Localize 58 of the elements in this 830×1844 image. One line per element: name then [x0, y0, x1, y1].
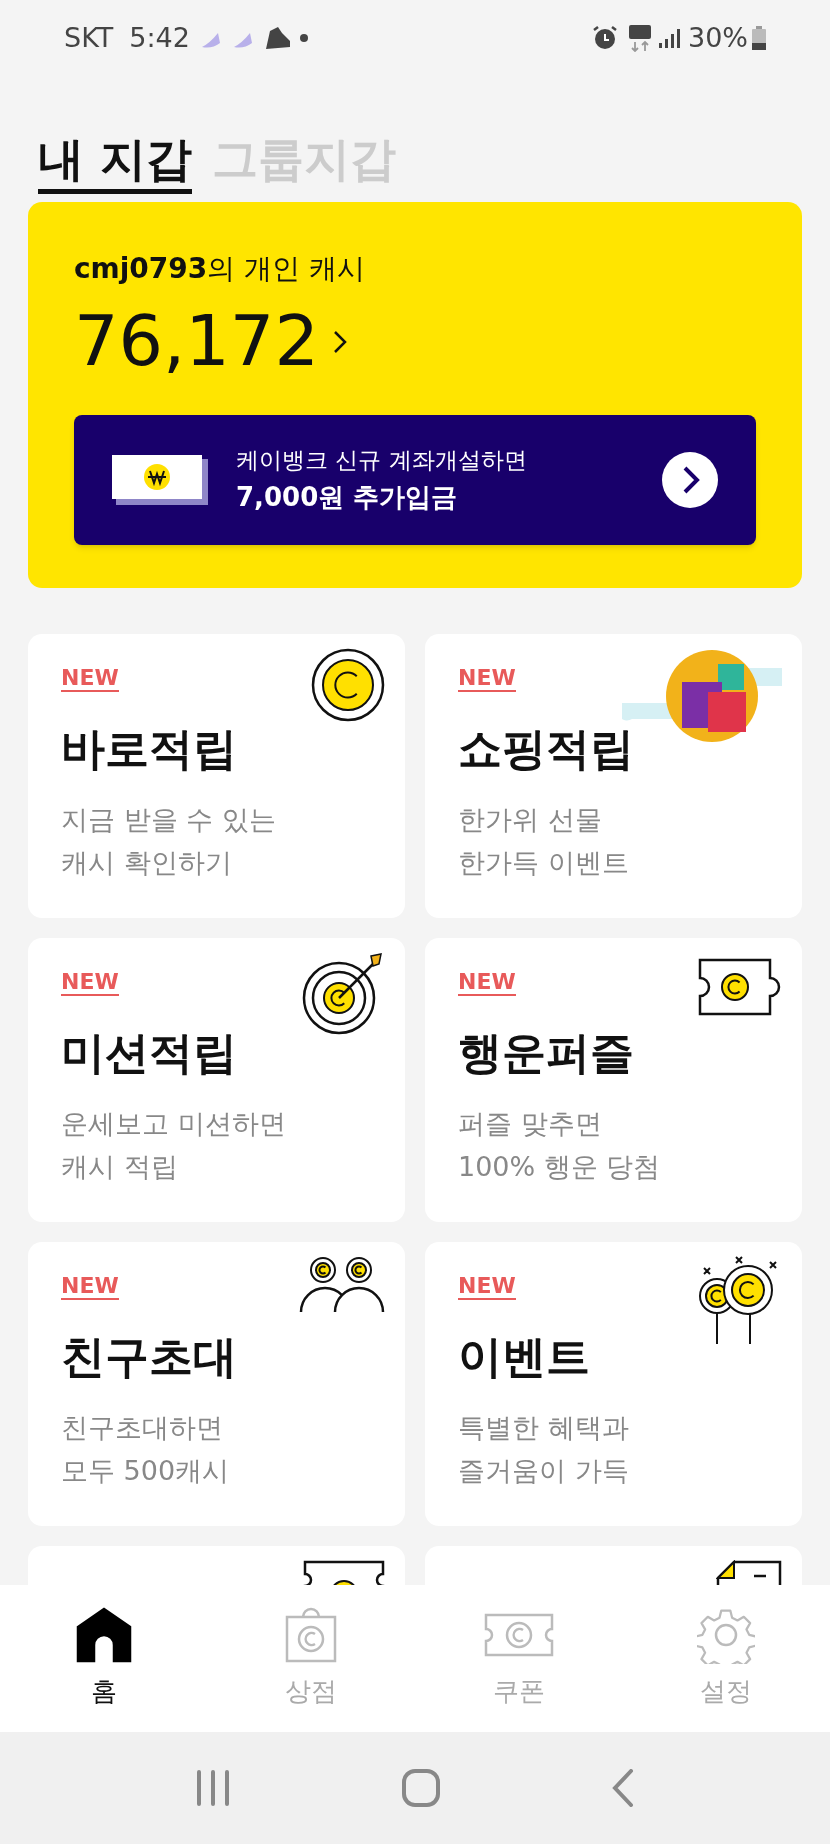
card-description: 지금 받을 수 있는	[61, 803, 277, 838]
banknote-icon	[112, 455, 208, 505]
kbank-banner[interactable]: 케이뱅크 신규 계좌개설하면 7,000원 추가입금	[74, 415, 756, 545]
card-description: 퍼즐 맞추면	[458, 1107, 603, 1142]
cash-owner: cmj0793의 개인 캐시	[74, 251, 367, 287]
card-description: 한가득 이벤트	[458, 846, 630, 881]
shopping-bag-icon	[285, 1607, 338, 1663]
alarm-icon	[592, 25, 618, 51]
banner-text: 케이뱅크 신규 계좌개설하면	[236, 446, 528, 476]
target-icon	[301, 952, 385, 1036]
new-badge: NEW	[458, 1274, 516, 1301]
back-icon[interactable]	[612, 1769, 634, 1807]
new-badge: NEW	[61, 970, 119, 997]
battery-icon	[752, 26, 766, 50]
card-title: 이벤트	[458, 1330, 591, 1385]
friends-icon	[299, 1256, 385, 1314]
card-title: 바로적립	[61, 722, 238, 777]
clock: 5:42	[129, 20, 190, 55]
home-icon	[75, 1607, 132, 1663]
card-description: 100% 행운 당첨	[458, 1150, 662, 1185]
coin-icon	[311, 648, 385, 722]
menu-card[interactable]: NEW 친구초대 친구초대하면 모두 500캐시	[28, 1242, 405, 1526]
card-description: 캐시 확인하기	[61, 846, 233, 881]
settings-icon	[697, 1606, 756, 1664]
new-badge: NEW	[61, 1274, 119, 1301]
nav-item[interactable]: 홈	[0, 1606, 208, 1711]
wallet-tab[interactable]: 내 지갑	[38, 131, 192, 194]
card-description: 운세보고 미션하면	[61, 1107, 287, 1142]
coupon-icon	[483, 1613, 554, 1657]
card-description: 특별한 혜택과	[458, 1411, 630, 1446]
dot-icon	[299, 34, 308, 42]
chevron-right-icon[interactable]	[332, 329, 347, 354]
card-title: 쇼핑적립	[458, 722, 635, 777]
card-title: 친구초대	[61, 1330, 238, 1385]
carrier: SKT	[64, 20, 114, 55]
menu-card[interactable]: NEW 이벤트 특별한 혜택과 즐거움이 가득	[425, 1242, 802, 1526]
menu-card[interactable]: NEW 행운퍼즐 퍼즐 맞추면 100% 행운 당첨	[425, 938, 802, 1222]
card-description: 모두 500캐시	[61, 1454, 231, 1489]
card-description: 한가위 선물	[458, 803, 603, 838]
menu-card[interactable]: NEW 쇼핑적립 한가위 선물 한가득 이벤트	[425, 634, 802, 918]
card-description: 친구초대하면	[61, 1411, 224, 1446]
card-description: 캐시 적립	[61, 1150, 179, 1185]
signal-icon	[658, 27, 680, 49]
network-icon	[628, 24, 652, 52]
new-badge: NEW	[458, 970, 516, 997]
battery-percent: 30%	[688, 20, 748, 55]
card-description: 즐거움이 가득	[458, 1454, 630, 1489]
banner-highlight: 7,000원 추가입금	[236, 480, 459, 514]
new-badge: NEW	[458, 666, 516, 693]
arrow-right-circle-icon[interactable]	[662, 452, 718, 508]
menu-card[interactable]: NEW 미션적립 운세보고 미션하면 캐시 적립	[28, 938, 405, 1222]
card-title: 미션적립	[61, 1026, 238, 1081]
home-button-icon[interactable]	[402, 1769, 440, 1807]
cash-amount[interactable]: 76,172	[74, 296, 319, 387]
menu-card[interactable]: NEW 바로적립 지금 받을 수 있는 캐시 확인하기	[28, 634, 405, 918]
recent-apps-icon[interactable]	[196, 1770, 230, 1806]
card-title: 행운퍼즐	[458, 1026, 635, 1081]
new-badge: NEW	[61, 666, 119, 693]
